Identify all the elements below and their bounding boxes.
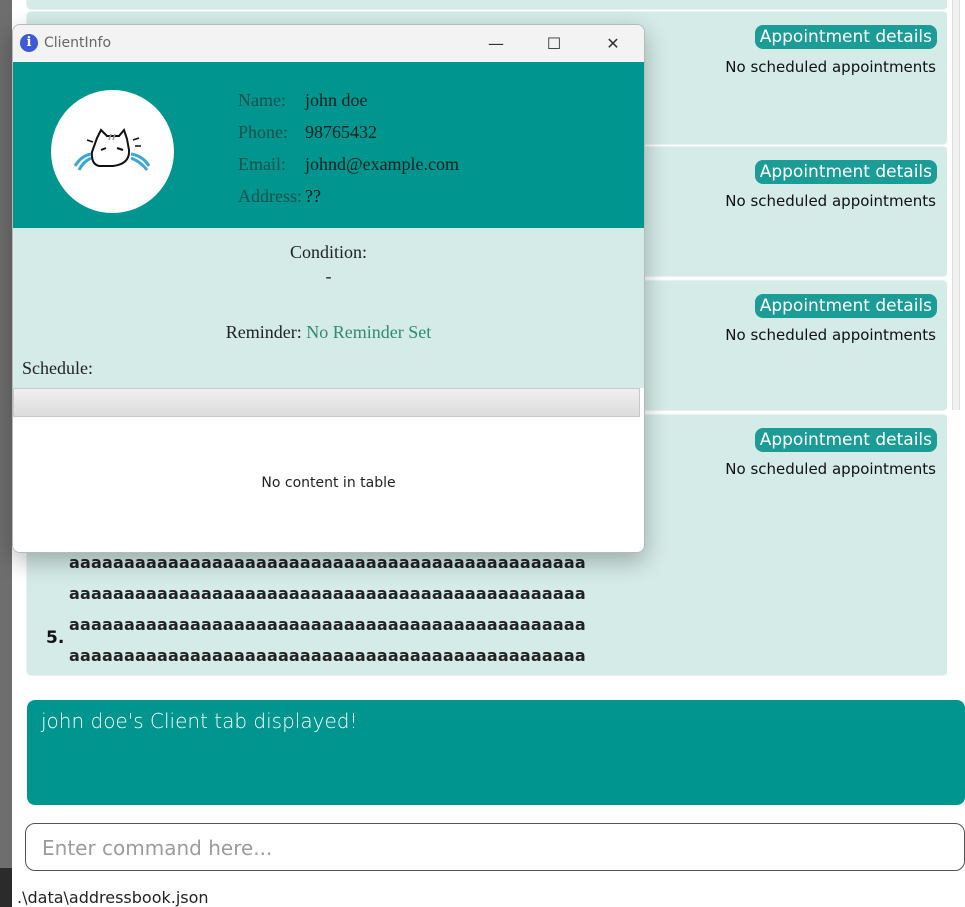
status-bar-path: .\data\addressbook.json bbox=[17, 888, 209, 907]
schedule-label: Schedule: bbox=[22, 358, 93, 378]
client-name-line: aaaaaaaaaaaaaaaaaaaaaaaaaaaaaaaaaaaaaaaa… bbox=[69, 553, 586, 572]
reminder-value: No Reminder Set bbox=[306, 322, 432, 342]
left-edge bbox=[0, 0, 12, 907]
condition-label: Condition: bbox=[289, 242, 367, 262]
result-message: john doe's Client tab displayed! bbox=[41, 709, 358, 733]
crying-cat-icon bbox=[73, 127, 151, 171]
info-icon: i bbox=[20, 34, 38, 52]
address-value: ?? bbox=[305, 186, 321, 206]
result-display: john doe's Client tab displayed! bbox=[27, 700, 965, 805]
phone-label: Phone: bbox=[238, 122, 289, 142]
client-details: Condition: - Reminder: No Reminder Set S… bbox=[13, 228, 644, 388]
maximize-button[interactable]: ☐ bbox=[525, 25, 583, 62]
client-info-window[interactable]: i ClientInfo — ☐ ✕ Name: john doe Phone:… bbox=[12, 24, 645, 553]
schedule-table-header[interactable] bbox=[13, 388, 640, 417]
command-box[interactable] bbox=[25, 823, 965, 871]
reminder: Reminder: No Reminder Set bbox=[13, 322, 644, 343]
reminder-label: Reminder: bbox=[225, 322, 302, 342]
close-button[interactable]: ✕ bbox=[584, 25, 642, 62]
name-label: Name: bbox=[238, 90, 286, 110]
list-index: 5. bbox=[46, 628, 65, 648]
window-title: ClientInfo bbox=[44, 35, 112, 51]
condition-value: - bbox=[325, 266, 332, 286]
window-titlebar[interactable]: i ClientInfo — ☐ ✕ bbox=[13, 25, 644, 62]
appointment-details-button[interactable]: Appointment details bbox=[754, 160, 937, 184]
avatar bbox=[51, 90, 174, 213]
appointment-details-button[interactable]: Appointment details bbox=[754, 25, 937, 49]
phone-value: 98765432 bbox=[305, 122, 377, 142]
command-input[interactable] bbox=[40, 832, 924, 864]
client-name-line: aaaaaaaaaaaaaaaaaaaaaaaaaaaaaaaaaaaaaaaa… bbox=[69, 615, 586, 634]
client-name-line: aaaaaaaaaaaaaaaaaaaaaaaaaaaaaaaaaaaaaaaa… bbox=[69, 584, 586, 603]
minimize-button[interactable]: — bbox=[467, 25, 525, 62]
appointment-status: No scheduled appointments bbox=[725, 192, 936, 210]
address-label: Address: bbox=[238, 186, 302, 206]
left-edge-dark bbox=[0, 868, 12, 907]
appointment-details-button[interactable]: Appointment details bbox=[754, 294, 937, 318]
client-header: Name: john doe Phone: 98765432 Email: jo… bbox=[13, 62, 644, 228]
client-name-line: aaaaaaaaaaaaaaaaaaaaaaaaaaaaaaaaaaaaaaaa… bbox=[69, 646, 586, 665]
email-value: johnd@example.com bbox=[305, 154, 460, 174]
table-empty-message: No content in table bbox=[261, 475, 396, 491]
appointment-status: No scheduled appointments bbox=[725, 460, 936, 478]
list-scrollbar-thumb[interactable] bbox=[952, 0, 960, 410]
schedule-table[interactable]: No content in table bbox=[13, 417, 644, 552]
list-card-partial[interactable] bbox=[27, 0, 947, 9]
appointment-details-button[interactable]: Appointment details bbox=[754, 428, 937, 452]
name-value: john doe bbox=[305, 90, 368, 110]
email-label: Email: bbox=[238, 154, 286, 174]
appointment-status: No scheduled appointments bbox=[725, 326, 936, 344]
appointment-status: No scheduled appointments bbox=[725, 58, 936, 76]
